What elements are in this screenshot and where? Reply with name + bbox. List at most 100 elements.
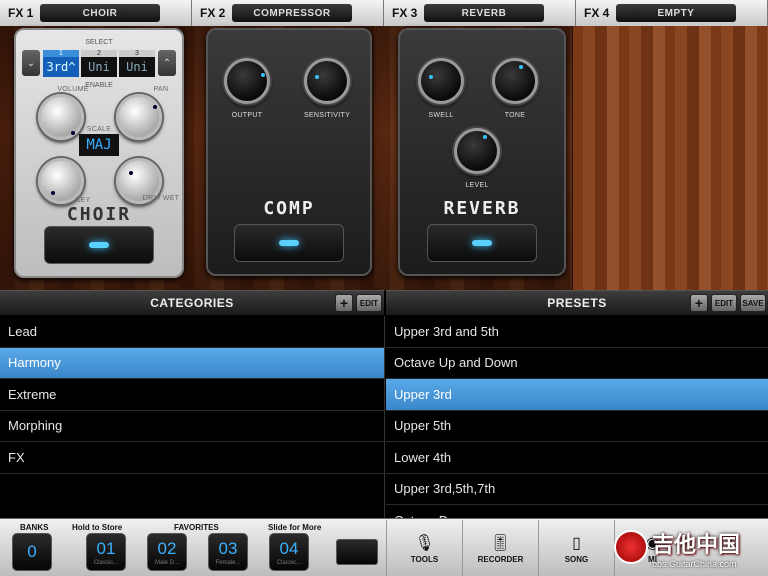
bank-value: 0 [27,542,37,561]
scale-label: SCALE [86,126,112,133]
favorite-button-3[interactable]: 03 Female... [208,533,248,571]
category-item[interactable]: Extreme [0,379,384,411]
footswitch[interactable] [44,226,154,264]
category-item-selected[interactable]: Harmony [0,347,384,379]
pan-knob[interactable] [116,94,162,140]
preset-item[interactable]: Upper 3rd and 5th [386,316,768,348]
favorite-name: Female... [215,559,241,566]
favorite-name: Classic... [276,559,302,566]
favorite-name: Classic... [93,559,119,566]
presets-header: PRESETS + EDIT SAVE [386,290,768,316]
sensitivity-knob[interactable] [304,58,350,104]
favorite-number: 01 [96,538,116,558]
sensitivity-label: SENSITIVITY [303,112,351,119]
led-indicator [279,240,299,246]
knob-indicator [519,65,523,69]
choir-pedal[interactable]: SELECT ⌄ 1 3rd^ 2 Uni 3 Uni ⌃ ENABLE VOLUME… [14,28,184,278]
fx-slot-number: FX 1 [8,6,34,20]
drywet-label: DRY/ WET [142,195,180,202]
knob-indicator [261,73,265,77]
comp-pedal[interactable]: OUTPUT SENSITIVITY COMP [206,28,372,276]
empty-slot-area[interactable] [572,26,768,290]
edit-presets-button[interactable]: EDIT [711,294,737,312]
level-knob[interactable] [454,128,500,174]
scale-display[interactable]: MAJ [79,134,119,156]
categories-list: Lead Harmony Extreme Morphing FX [0,316,385,518]
select-label: SELECT [85,39,113,46]
guitarchina-logo-icon [614,530,648,564]
output-knob[interactable] [224,58,270,104]
knob-indicator [51,191,55,195]
blank-display-button[interactable] [336,539,378,565]
categories-header: CATEGORIES + EDIT [0,290,385,316]
save-preset-button[interactable]: SAVE [740,294,766,312]
tone-label: TONE [504,112,526,119]
preset-item[interactable]: Octave Down [386,505,768,518]
swell-knob[interactable] [418,58,464,104]
favorite-name: Male D... [154,559,179,566]
mixer-sliders-icon: 🎚 [490,534,511,552]
knob-indicator [483,135,487,139]
voice-3[interactable]: 3 Uni [119,49,155,77]
pedalboard: SELECT ⌄ 1 3rd^ 2 Uni 3 Uni ⌃ ENABLE VOLUME… [0,26,768,290]
voice-next-button[interactable]: ⌃ [158,50,176,76]
fx-slot-number: FX 4 [584,6,610,20]
reverb-pedal[interactable]: SWELL TONE LEVEL REVERB [398,28,566,276]
favorite-button-1[interactable]: 01 Classic... [86,533,126,571]
app-root: FX 1 CHOIR FX 2 COMPRESSOR FX 3 REVERB FX 4… [0,0,768,576]
preset-item[interactable]: Octave Up and Down [386,348,768,379]
fx-slot-name: CHOIR [40,4,160,22]
song-button[interactable]: ▯ SONG [538,520,614,576]
voice-selector: SELECT ⌄ 1 3rd^ 2 Uni 3 Uni ⌃ ENABLE [22,39,176,89]
voice-value: 3rd^ [43,56,79,77]
watermark-url: bbs.GuitarChina.com [652,559,737,569]
knob-indicator [315,75,319,79]
fx-slot-3[interactable]: FX 3 REVERB [384,0,576,26]
preset-item[interactable]: Upper 5th [386,411,768,442]
fx-slot-4[interactable]: FX 4 EMPTY [576,0,768,26]
footswitch[interactable] [427,224,537,262]
favorite-button-2[interactable]: 02 Male D... [147,533,187,571]
volume-knob[interactable] [38,94,84,140]
add-preset-button[interactable]: + [690,294,708,312]
edit-categories-button[interactable]: EDIT [356,294,382,312]
preset-item[interactable]: Lower 4th [386,442,768,474]
knob-indicator [153,105,157,109]
fx-slot-name: COMPRESSOR [232,4,352,22]
preset-item-selected[interactable]: Upper 3rd [386,379,768,411]
fx-slot-number: FX 2 [200,6,226,20]
volume-label: VOLUME [57,86,89,93]
voice-number: 3 [119,49,155,57]
bank-button[interactable]: 0 [12,533,52,571]
category-item[interactable]: Lead [0,316,384,348]
preset-item[interactable]: Upper 3rd,5th,7th [386,474,768,505]
category-item[interactable]: Morphing [0,411,384,442]
pan-label: PAN [153,86,169,93]
song-label: SONG [564,554,589,564]
tools-button[interactable]: 🎙 TOOLS [386,520,462,576]
pedal-title: CHOIR [66,204,132,225]
category-item[interactable]: FX [0,442,384,474]
voice-prev-button[interactable]: ⌄ [22,50,40,76]
add-category-button[interactable]: + [335,294,353,312]
favorite-number: 03 [218,538,238,558]
presets-title: PRESETS [547,296,607,310]
voice-number: 1 [43,49,79,57]
hold-to-store-label: Hold to Store [72,523,123,532]
fx-slot-1[interactable]: FX 1 CHOIR [0,0,192,26]
pedal-title: REVERB [443,198,521,219]
tone-knob[interactable] [492,58,538,104]
recorder-button[interactable]: 🎚 RECORDER [462,520,538,576]
favorite-number: 02 [157,538,177,558]
categories-title: CATEGORIES [150,296,234,310]
favorites-label: FAVORITES [174,523,219,532]
fx-slot-2[interactable]: FX 2 COMPRESSOR [192,0,384,26]
favorite-button-4[interactable]: 04 Classic... [269,533,309,571]
voice-1[interactable]: 1 3rd^ [43,49,79,77]
slide-for-more-label: Slide for More [268,523,322,532]
microphone-icon: 🎙 [414,534,435,552]
footswitch[interactable] [234,224,344,262]
level-label: LEVEL [465,182,489,189]
voice-2[interactable]: 2 Uni [81,49,117,77]
chevron-down-icon: ⌄ [26,57,36,69]
